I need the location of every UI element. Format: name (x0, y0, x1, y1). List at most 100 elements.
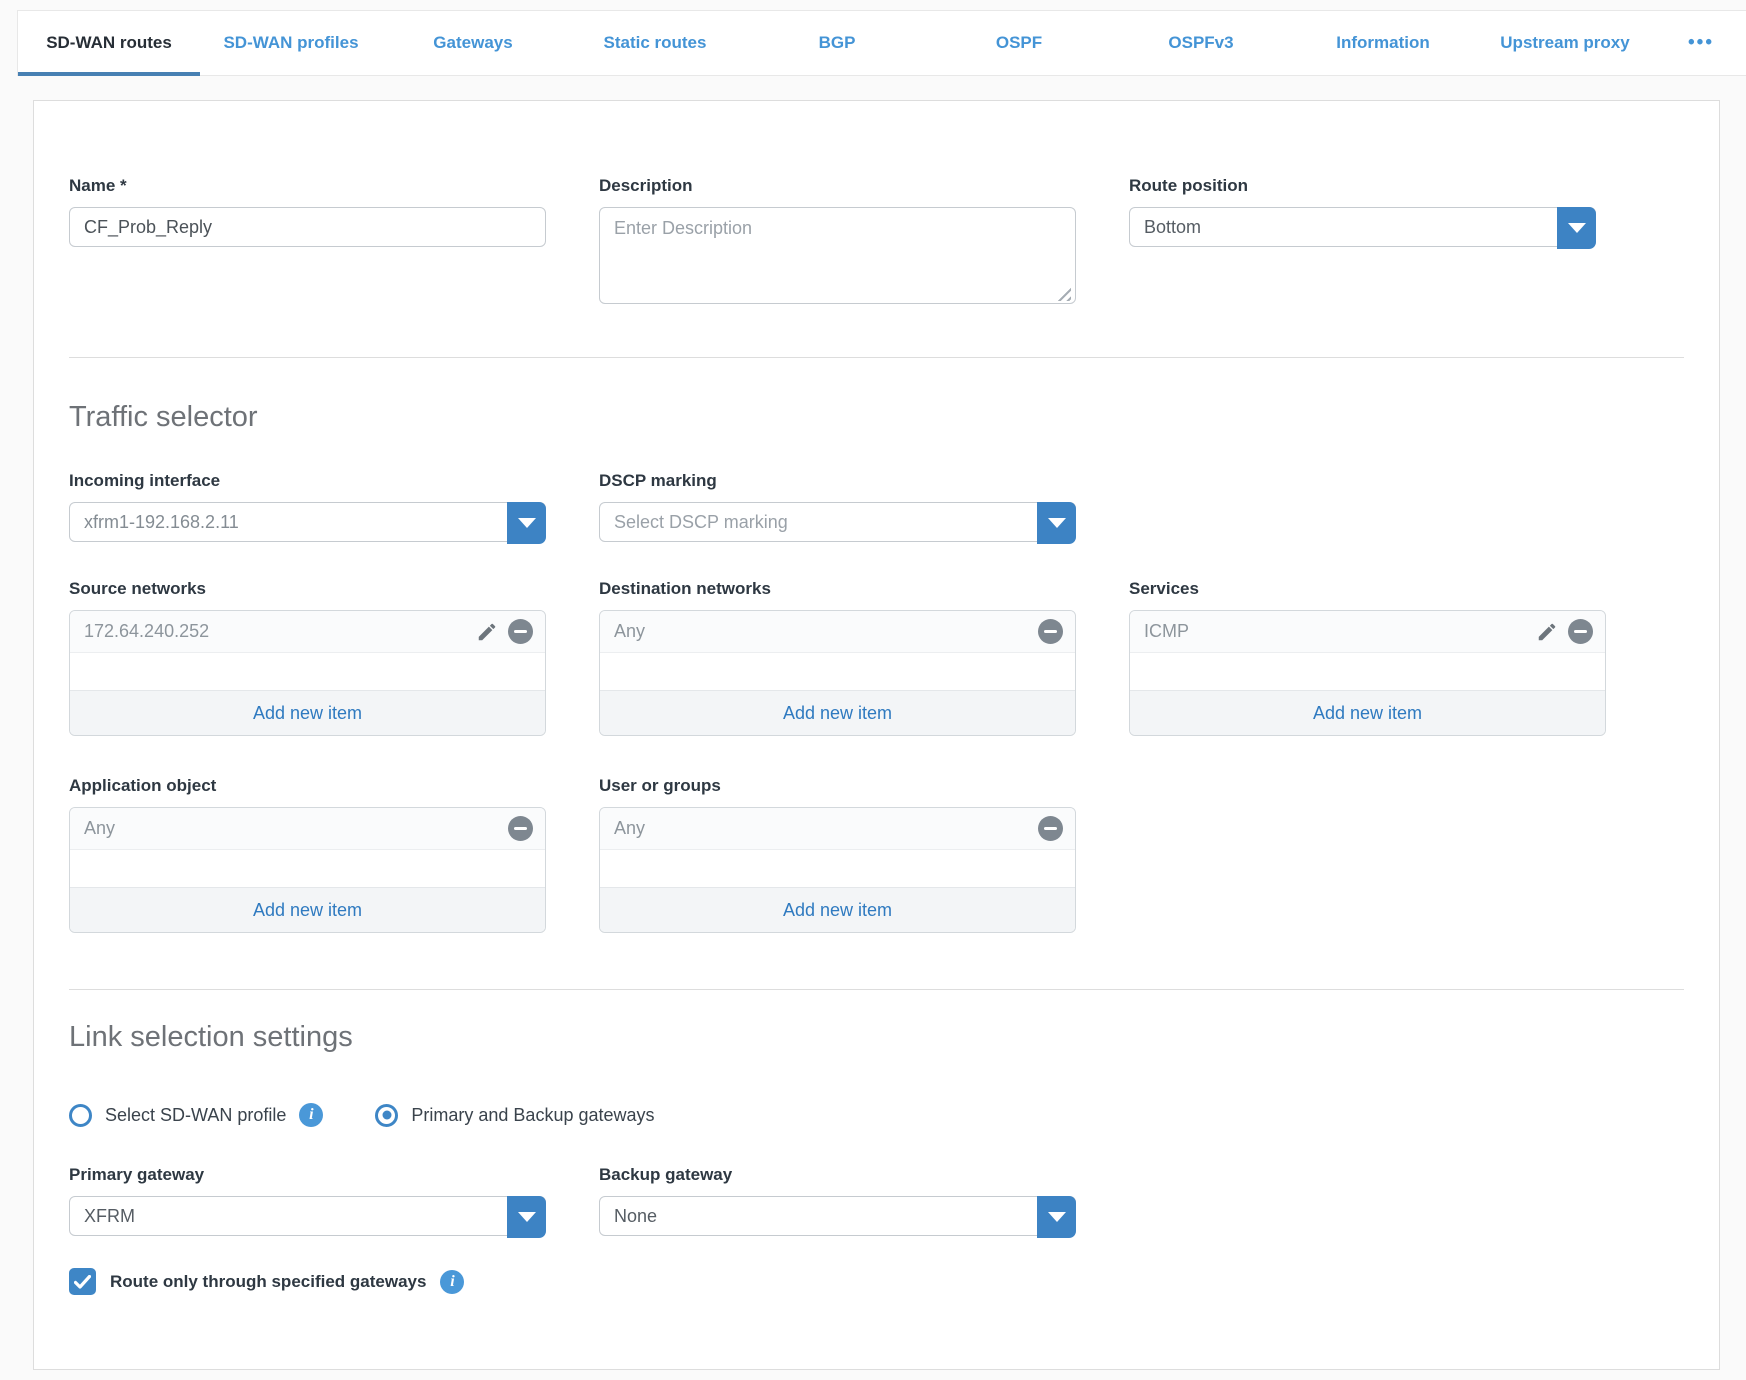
link-selection-heading: Link selection settings (69, 1020, 1684, 1054)
route-position-field-group: Route position Bottom (1129, 176, 1606, 309)
application-object-group: Application object Any Add new item (69, 776, 546, 933)
list-item-value: ICMP (1144, 621, 1536, 642)
remove-minus-icon[interactable] (1038, 619, 1063, 644)
radio-primary-backup-gateways[interactable]: Primary and Backup gateways (375, 1104, 654, 1127)
backup-gateway-dropdown-button[interactable] (1037, 1196, 1076, 1238)
destination-networks-label: Destination networks (599, 579, 1076, 599)
backup-gateway-label: Backup gateway (599, 1165, 1076, 1185)
dscp-marking-label: DSCP marking (599, 471, 1076, 491)
chevron-down-icon (518, 1212, 536, 1222)
route-only-checkbox-row: Route only through specified gateways (69, 1268, 1684, 1295)
route-only-label: Route only through specified gateways (110, 1272, 426, 1292)
listbox-empty-area (70, 653, 545, 690)
services-listbox: ICMP Add new item (1129, 610, 1606, 736)
list-item-value: Any (614, 621, 1038, 642)
user-groups-group: User or groups Any Add new item (599, 776, 1076, 933)
primary-gateway-group: Primary gateway XFRM (69, 1165, 546, 1236)
edit-pencil-icon[interactable] (1536, 621, 1558, 643)
list-item-value: Any (614, 818, 1038, 839)
application-object-label: Application object (69, 776, 546, 796)
tab-upstream-proxy[interactable]: Upstream proxy (1474, 11, 1656, 75)
list-item-value: 172.64.240.252 (84, 621, 476, 642)
route-position-value: Bottom (1144, 217, 1201, 238)
name-label: Name * (69, 176, 546, 196)
primary-gateway-value: XFRM (84, 1206, 135, 1227)
checkbox-checked-icon[interactable] (69, 1268, 96, 1295)
description-textarea-wrap (599, 207, 1076, 309)
networks-services-row: Source networks 172.64.240.252 Add new i… (69, 579, 1684, 736)
tab-ospf[interactable]: OSPF (928, 11, 1110, 75)
primary-gateway-select[interactable]: XFRM (69, 1196, 546, 1236)
tab-ospfv3[interactable]: OSPFv3 (1110, 11, 1292, 75)
listbox-empty-area (600, 653, 1075, 690)
description-textarea[interactable] (599, 207, 1076, 304)
radio-label: Select SD-WAN profile (105, 1105, 286, 1126)
add-new-item-button[interactable]: Add new item (600, 887, 1075, 932)
description-field-group: Description (599, 176, 1076, 309)
radio-selected-icon[interactable] (375, 1104, 398, 1127)
route-position-dropdown-button[interactable] (1557, 207, 1596, 249)
tab-bar: SD-WAN routes SD-WAN profiles Gateways S… (17, 10, 1746, 76)
tab-static-routes[interactable]: Static routes (564, 11, 746, 75)
list-item: ICMP (1130, 611, 1605, 653)
traffic-selector-heading: Traffic selector (69, 400, 1684, 434)
source-networks-listbox: 172.64.240.252 Add new item (69, 610, 546, 736)
remove-minus-icon[interactable] (1568, 619, 1593, 644)
dscp-marking-dropdown-button[interactable] (1037, 502, 1076, 544)
chevron-down-icon (1568, 223, 1586, 233)
info-icon[interactable] (440, 1270, 464, 1294)
listbox-empty-area (1130, 653, 1605, 690)
name-field-group: Name * (69, 176, 546, 309)
dscp-marking-value: Select DSCP marking (614, 512, 788, 533)
tab-information[interactable]: Information (1292, 11, 1474, 75)
user-groups-label: User or groups (599, 776, 1076, 796)
section-divider (69, 989, 1684, 990)
more-tabs-icon[interactable]: ••• (1656, 11, 1746, 75)
incoming-interface-label: Incoming interface (69, 471, 546, 491)
primary-gateway-dropdown-button[interactable] (507, 1196, 546, 1238)
radio-select-sdwan-profile[interactable]: Select SD-WAN profile (69, 1103, 323, 1127)
source-networks-label: Source networks (69, 579, 546, 599)
add-new-item-button[interactable]: Add new item (1130, 690, 1605, 735)
info-icon[interactable] (299, 1103, 323, 1127)
add-new-item-button[interactable]: Add new item (600, 690, 1075, 735)
add-new-item-button[interactable]: Add new item (70, 887, 545, 932)
tab-gateways[interactable]: Gateways (382, 11, 564, 75)
listbox-empty-area (600, 850, 1075, 887)
incoming-interface-select[interactable]: xfrm1-192.168.2.11 (69, 502, 546, 542)
list-item-value: Any (84, 818, 508, 839)
remove-minus-icon[interactable] (1038, 816, 1063, 841)
destination-networks-listbox: Any Add new item (599, 610, 1076, 736)
incoming-interface-dropdown-button[interactable] (507, 502, 546, 544)
backup-gateway-select[interactable]: None (599, 1196, 1076, 1236)
link-mode-radio-group: Select SD-WAN profile Primary and Backup… (69, 1103, 1684, 1127)
route-position-label: Route position (1129, 176, 1606, 196)
dscp-marking-select[interactable]: Select DSCP marking (599, 502, 1076, 542)
sdwan-route-form-panel: Name * Description Route position Bottom… (33, 100, 1720, 1370)
tab-bgp[interactable]: BGP (746, 11, 928, 75)
tab-sdwan-profiles[interactable]: SD-WAN profiles (200, 11, 382, 75)
primary-gateway-label: Primary gateway (69, 1165, 546, 1185)
listbox-empty-area (70, 850, 545, 887)
services-label: Services (1129, 579, 1606, 599)
radio-label: Primary and Backup gateways (411, 1105, 654, 1126)
general-fields-row: Name * Description Route position Bottom (69, 176, 1684, 309)
radio-unselected-icon[interactable] (69, 1104, 92, 1127)
edit-pencil-icon[interactable] (476, 621, 498, 643)
app-user-row: Application object Any Add new item User… (69, 776, 1684, 933)
services-group: Services ICMP Add new item (1129, 579, 1606, 736)
backup-gateway-value: None (614, 1206, 657, 1227)
tab-sdwan-routes[interactable]: SD-WAN routes (18, 11, 200, 75)
application-object-listbox: Any Add new item (69, 807, 546, 933)
list-item: Any (70, 808, 545, 850)
route-position-select[interactable]: Bottom (1129, 207, 1596, 247)
traffic-selects-row: Incoming interface xfrm1-192.168.2.11 DS… (69, 471, 1684, 542)
remove-minus-icon[interactable] (508, 816, 533, 841)
add-new-item-button[interactable]: Add new item (70, 690, 545, 735)
section-divider (69, 357, 1684, 358)
remove-minus-icon[interactable] (508, 619, 533, 644)
name-input[interactable] (69, 207, 546, 247)
incoming-interface-value: xfrm1-192.168.2.11 (84, 512, 239, 533)
user-groups-listbox: Any Add new item (599, 807, 1076, 933)
chevron-down-icon (1048, 1212, 1066, 1222)
